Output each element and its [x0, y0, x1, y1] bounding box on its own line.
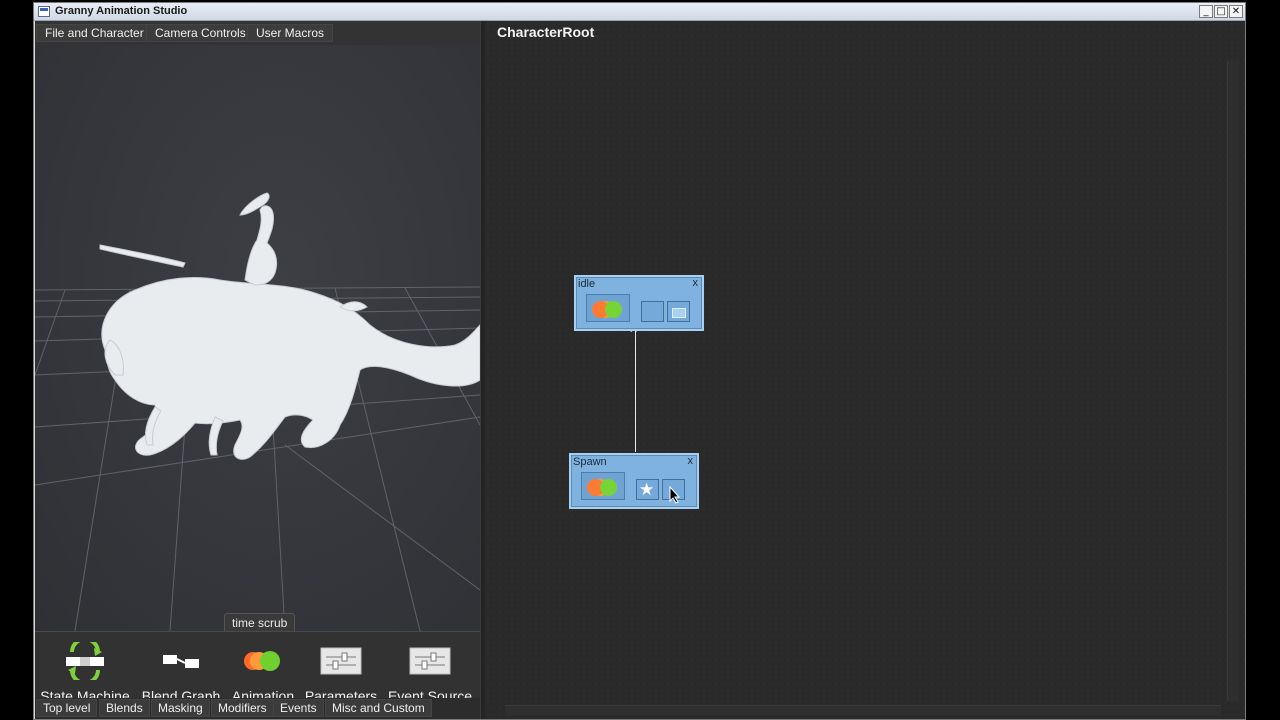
node-output-port[interactable]: [667, 301, 690, 322]
client-area: File and Character Camera Controls User …: [35, 21, 1245, 719]
blend-graph-tool[interactable]: Blend Graph: [139, 642, 223, 704]
animation-icon[interactable]: [586, 294, 630, 322]
title-bar[interactable]: Granny Animation Studio _ □ ✕: [34, 3, 1245, 21]
horizontal-scrollbar[interactable]: [505, 705, 1221, 715]
character-panel: File and Character Camera Controls User …: [35, 21, 480, 719]
parameters-icon: [320, 642, 362, 680]
3d-viewport[interactable]: time scrub: [35, 45, 480, 631]
graph-editor[interactable]: CharacterRoot ^ idle x Spawn x ★: [485, 21, 1245, 719]
node-title: Spawn: [573, 456, 607, 468]
node-title: idle: [578, 278, 596, 290]
tab-file-and-character[interactable]: File and Character: [36, 24, 153, 42]
animation-tool[interactable]: Animation: [227, 642, 299, 704]
tab-top-level[interactable]: Top level: [36, 699, 98, 717]
event-source-tool[interactable]: Event Source: [385, 642, 475, 704]
state-machine-tool[interactable]: State Machine: [39, 637, 131, 704]
state-node-idle[interactable]: idle x: [574, 275, 704, 331]
node-close-button[interactable]: x: [688, 455, 694, 467]
bottom-tab-bar: Top level Blends Masking Modifiers Event…: [35, 698, 480, 719]
transition-edge[interactable]: [635, 331, 636, 452]
event-source-icon: [409, 642, 451, 680]
node-close-button[interactable]: x: [693, 277, 699, 289]
close-button[interactable]: ✕: [1229, 5, 1243, 18]
maximize-button[interactable]: □: [1214, 5, 1228, 18]
mouse-cursor-icon: [669, 486, 681, 504]
window-icon: [672, 308, 686, 318]
star-icon: ★: [639, 480, 655, 500]
tab-blends[interactable]: Blends: [99, 699, 150, 717]
animation-icon[interactable]: [581, 472, 625, 500]
tab-events[interactable]: Events: [273, 699, 324, 717]
viewport-scene: [35, 192, 480, 631]
graph-title: CharacterRoot: [497, 24, 595, 40]
state-machine-icon: [64, 637, 106, 685]
tab-camera-controls[interactable]: Camera Controls: [146, 24, 255, 42]
top-tab-bar: File and Character Camera Controls User …: [35, 21, 480, 45]
vertical-scrollbar[interactable]: [1227, 61, 1239, 701]
animation-icon: [242, 642, 284, 680]
blend-graph-icon: [161, 642, 201, 680]
minimize-button[interactable]: _: [1199, 5, 1213, 18]
character-model: [99, 192, 480, 460]
tab-user-macros[interactable]: User Macros: [247, 24, 334, 42]
app-icon: [38, 6, 50, 17]
start-state-port[interactable]: ★: [636, 479, 659, 500]
screen: Granny Animation Studio _ □ ✕ File and C…: [0, 0, 1280, 720]
tab-masking[interactable]: Masking: [151, 699, 210, 717]
parameters-tool[interactable]: Parameters: [301, 642, 381, 704]
tab-misc-and-custom[interactable]: Misc and Custom: [325, 699, 432, 717]
tab-modifiers[interactable]: Modifiers: [211, 699, 274, 717]
node-input-port[interactable]: [641, 301, 664, 322]
window-title: Granny Animation Studio: [55, 5, 188, 17]
time-scrub-button[interactable]: time scrub: [224, 613, 296, 631]
app-window: Granny Animation Studio _ □ ✕ File and C…: [33, 2, 1246, 720]
